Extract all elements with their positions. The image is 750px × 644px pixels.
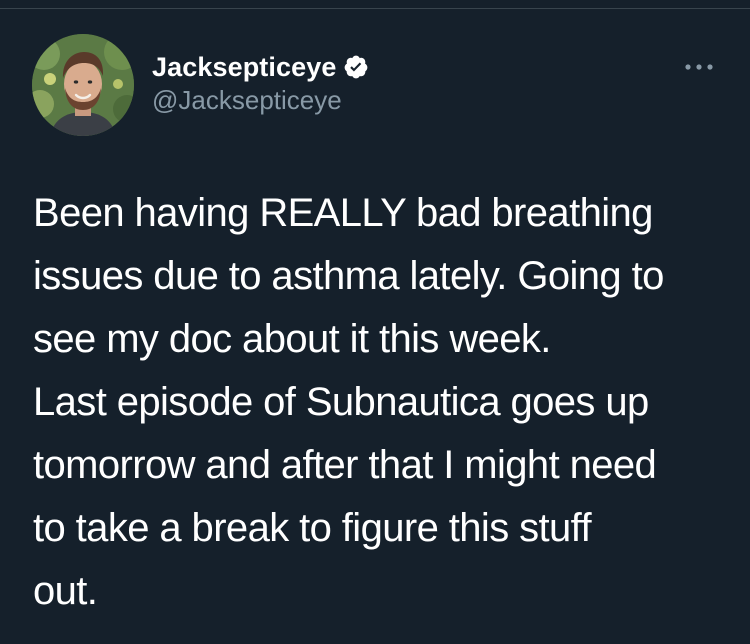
avatar-photo [32, 34, 134, 136]
tweet-card: Jacksepticeye @Jacksepticeye Been having… [0, 0, 750, 644]
tweet-text-line: tomorrow and after that I might need [33, 443, 657, 487]
user-info: Jacksepticeye @Jacksepticeye [152, 50, 369, 116]
user-handle[interactable]: @Jacksepticeye [152, 85, 369, 116]
tweet-text: Been having REALLY bad breathing issues … [33, 182, 733, 623]
tweet-text-line: see my doc about it this week. [33, 317, 551, 361]
tweet-text-line: issues due to asthma lately. Going to [33, 254, 664, 298]
tweet-text-line: out. [33, 569, 98, 613]
tweet-text-line: Last episode of Subnautica goes up [33, 380, 649, 424]
ellipsis-icon [685, 64, 713, 70]
avatar[interactable] [32, 34, 134, 136]
more-options-button[interactable] [679, 54, 719, 80]
tweet-text-line: to take a break to figure this stuff [33, 506, 592, 550]
display-name[interactable]: Jacksepticeye [152, 52, 336, 83]
name-row: Jacksepticeye [152, 50, 369, 84]
tweet-text-line: Been having REALLY bad breathing [33, 191, 653, 235]
verified-badge-icon [343, 54, 369, 80]
